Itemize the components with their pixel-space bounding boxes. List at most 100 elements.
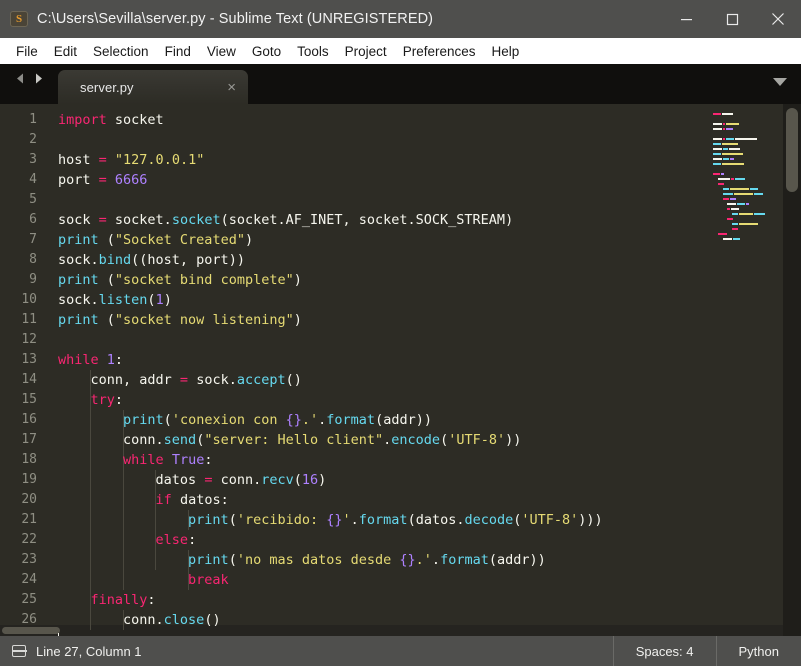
- code-line[interactable]: while True:: [46, 450, 801, 470]
- menu-item-preferences[interactable]: Preferences: [395, 41, 484, 62]
- code-line[interactable]: try:: [46, 390, 801, 410]
- code-line[interactable]: print ("Socket Created"): [46, 230, 801, 250]
- code-token: ((host, port)): [131, 252, 245, 268]
- code-token: :: [114, 392, 124, 408]
- syntax-setting[interactable]: Python: [715, 636, 801, 666]
- minimize-button[interactable]: [663, 0, 709, 38]
- menu-item-goto[interactable]: Goto: [244, 41, 289, 62]
- line-number: 11: [21, 312, 37, 327]
- sublime-text-window: S C:\Users\Sevilla\server.py - Sublime T…: [0, 0, 801, 666]
- code-token: ): [163, 292, 172, 308]
- code-line[interactable]: datos = conn.recv(16): [46, 470, 801, 490]
- code-editor[interactable]: 1 2 3 4 5 6 7 8 9 10 11 12 13 14 15 16 17 18 19 20 21 22 23 24 2…: [0, 104, 801, 636]
- code-token: "Socket Created": [114, 232, 245, 248]
- arrow-left-icon[interactable]: [14, 72, 27, 90]
- code-line[interactable]: [46, 130, 801, 150]
- tab-server-py[interactable]: server.py ×: [58, 70, 248, 104]
- code-token: ): [293, 272, 302, 288]
- code-line[interactable]: port = 6666: [46, 170, 801, 190]
- menu-item-tools[interactable]: Tools: [289, 41, 337, 62]
- text-cursor: [58, 633, 59, 636]
- code-token: .: [431, 552, 441, 568]
- code-line[interactable]: conn, addr = sock.accept(): [46, 370, 801, 390]
- title-bar: S C:\Users\Sevilla\server.py - Sublime T…: [0, 0, 801, 38]
- code-token: 6666: [114, 172, 148, 188]
- line-number: 14: [21, 372, 37, 387]
- line-number: 15: [21, 392, 37, 407]
- code-token: sock.: [188, 372, 237, 388]
- code-line[interactable]: conn.send("server: Hello client".encode(…: [46, 430, 801, 450]
- code-line[interactable]: finally:: [46, 590, 801, 610]
- code-token: listen: [98, 292, 148, 308]
- code-line[interactable]: print('conexion con {}.'.format(addr)): [46, 410, 801, 430]
- menu-item-find[interactable]: Find: [157, 41, 199, 62]
- code-line[interactable]: conn.close(): [46, 610, 801, 630]
- code-token: (: [147, 292, 156, 308]
- status-bar: Line 27, Column 1 Spaces: 4 Python: [0, 636, 801, 666]
- code-token: print: [188, 552, 229, 568]
- menu-item-file[interactable]: File: [8, 41, 46, 62]
- code-token: ': [342, 512, 351, 528]
- code-token: ))): [578, 512, 603, 528]
- close-icon[interactable]: ×: [201, 80, 236, 95]
- code-token: (: [228, 512, 237, 528]
- line-number: 25: [21, 592, 37, 607]
- code-token: (addr)): [375, 412, 432, 428]
- menu-item-edit[interactable]: Edit: [46, 41, 85, 62]
- code-token: print: [58, 312, 99, 328]
- tab-label: server.py: [80, 79, 134, 95]
- line-number: 7: [29, 232, 37, 247]
- line-number-gutter: 1 2 3 4 5 6 7 8 9 10 11 12 13 14 15 16 17 18 19 20 21 22 23 24 2…: [0, 104, 46, 636]
- line-number: 6: [29, 212, 37, 227]
- code-line[interactable]: [46, 330, 801, 350]
- code-token: "socket bind complete": [114, 272, 294, 288]
- code-content[interactable]: import socket host = "127.0.0.1" port = 6…: [46, 104, 801, 636]
- chevron-down-icon[interactable]: [773, 78, 787, 86]
- code-token: datos: [58, 472, 205, 488]
- panel-toggle-icon[interactable]: [11, 645, 27, 657]
- code-token: ): [244, 232, 254, 248]
- code-line[interactable]: import socket: [46, 110, 801, 130]
- code-token: try: [90, 392, 115, 408]
- menu-item-project[interactable]: Project: [337, 41, 395, 62]
- arrow-right-icon[interactable]: [32, 72, 45, 90]
- code-line[interactable]: sock.listen(1): [46, 290, 801, 310]
- code-token: sock.: [58, 252, 99, 268]
- code-line[interactable]: if datos:: [46, 490, 801, 510]
- code-line[interactable]: host = "127.0.0.1": [46, 150, 801, 170]
- code-line[interactable]: print('recibido: {}'.format(datos.decode…: [46, 510, 801, 530]
- code-token: 'UTF-8': [521, 512, 579, 528]
- code-token: close: [163, 612, 205, 628]
- code-token: conn.: [58, 612, 164, 628]
- code-token: port: [58, 172, 99, 188]
- code-token: conn.: [58, 432, 164, 448]
- code-line[interactable]: sock = socket.socket(socket.AF_INET, soc…: [46, 210, 801, 230]
- maximize-button[interactable]: [709, 0, 755, 38]
- code-line[interactable]: while 1:: [46, 350, 801, 370]
- close-button[interactable]: [755, 0, 801, 38]
- tab-navigation: [0, 64, 58, 104]
- code-line[interactable]: print('no mas datos desde {}.'.format(ad…: [46, 550, 801, 570]
- code-token: (: [228, 552, 237, 568]
- menu-item-selection[interactable]: Selection: [85, 41, 157, 62]
- code-token: :: [204, 452, 213, 468]
- line-number: 17: [21, 432, 37, 447]
- code-line[interactable]: break: [46, 570, 801, 590]
- code-line[interactable]: print ("socket now listening"): [46, 310, 801, 330]
- code-token: (: [440, 432, 449, 448]
- code-token: :: [114, 352, 124, 368]
- code-line[interactable]: print ("socket bind complete"): [46, 270, 801, 290]
- code-line[interactable]: [46, 190, 801, 210]
- code-line[interactable]: else:: [46, 530, 801, 550]
- menu-item-help[interactable]: Help: [484, 41, 528, 62]
- code-line[interactable]: sock.bind((host, port)): [46, 250, 801, 270]
- menu-bar: File Edit Selection Find View Goto Tools…: [0, 38, 801, 64]
- line-number: 4: [29, 172, 37, 187]
- indentation-setting[interactable]: Spaces: 4: [612, 636, 716, 666]
- menu-item-view[interactable]: View: [199, 41, 244, 62]
